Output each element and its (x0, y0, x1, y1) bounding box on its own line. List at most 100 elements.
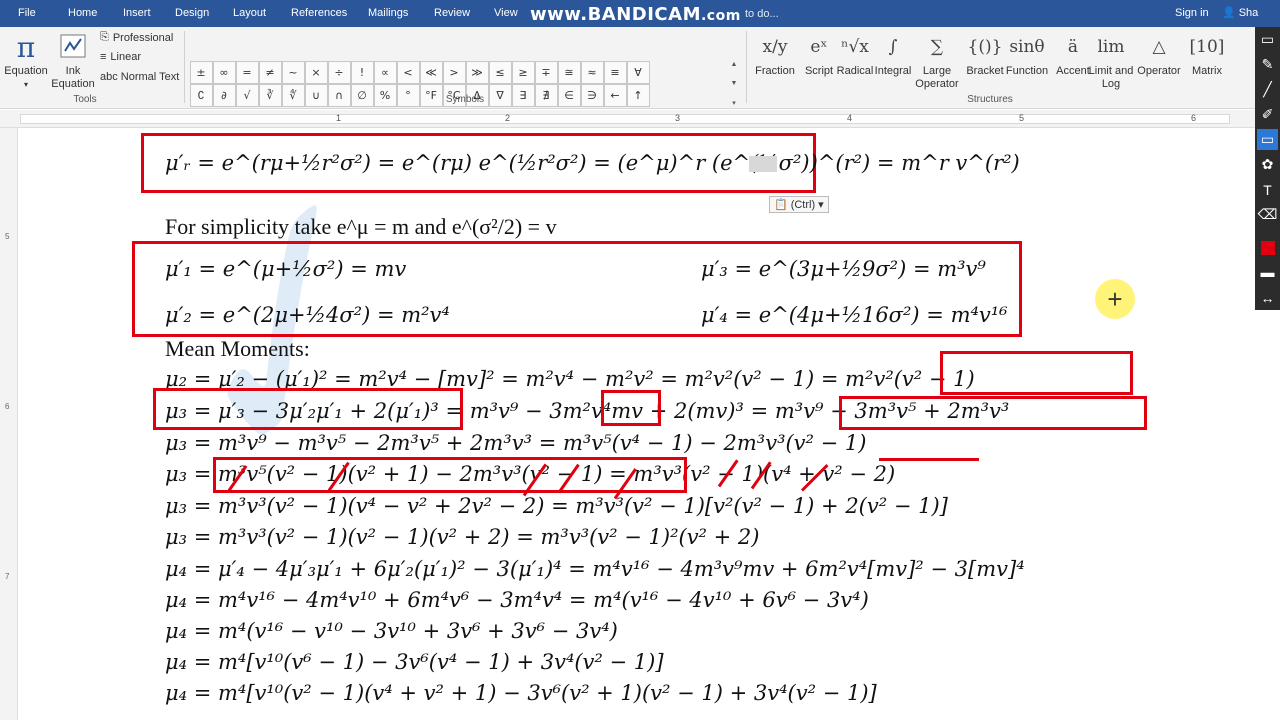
symbol-button[interactable]: ∓ (534, 60, 558, 84)
symbol-button[interactable]: ∩ (327, 83, 351, 107)
symbol-button[interactable]: ∀ (626, 60, 650, 84)
highlighter-icon[interactable]: ✐ (1257, 104, 1278, 125)
ink-equation-button[interactable]: Ink Equation (50, 29, 96, 91)
symbol-button[interactable]: ≠ (258, 60, 282, 84)
vruler-num: 5 (5, 232, 10, 241)
rectangle-icon[interactable]: ▭ (1257, 129, 1278, 150)
symbol-button[interactable]: % (373, 83, 397, 107)
symbol-button[interactable]: ≅ (557, 60, 581, 84)
mean-moments-heading[interactable]: Mean Moments: (165, 336, 310, 362)
structure-large-button[interactable]: ∑ Large Operator (914, 29, 960, 91)
structure-bracket-button[interactable]: {()} Bracket (962, 29, 1008, 78)
tab-references[interactable]: References (291, 7, 347, 19)
structure-fraction-button[interactable]: x/y Fraction (752, 29, 798, 78)
simplicity-text[interactable]: For simplicity take e^μ = m and e^(σ²/2)… (165, 214, 557, 240)
normal-text-button[interactable]: abc Normal Text (100, 71, 179, 83)
palette-icon[interactable]: ✿ (1257, 154, 1278, 175)
sign-in-link[interactable]: Sign in (1175, 7, 1209, 19)
tab-review[interactable]: Review (434, 7, 470, 19)
symbol-button[interactable]: ∪ (304, 83, 328, 107)
eraser-icon[interactable]: ⌫ (1257, 204, 1278, 225)
symbol-button[interactable]: ∁ (189, 83, 213, 107)
symbol-button[interactable]: < (396, 60, 420, 84)
eq-mu3[interactable]: μ′₃ = e^(3μ+½9σ²) = m³v⁹ (701, 257, 986, 281)
share-button[interactable]: 👤 Sha (1222, 6, 1258, 20)
symbol-button[interactable]: ∄ (534, 83, 558, 107)
eq-line[interactable]: μ₃ = m³v³(v² − 1)(v⁴ − v² + 2v² − 2) = m… (165, 494, 948, 518)
tab-layout[interactable]: Layout (233, 7, 266, 19)
symbol-button[interactable]: ≡ (603, 60, 627, 84)
symbol-button[interactable]: ∃ (511, 83, 535, 107)
eq-mu4[interactable]: μ′₄ = e^(4μ+½16σ²) = m⁴v¹⁶ (701, 303, 1008, 327)
symbol-button[interactable]: ~ (281, 60, 305, 84)
professional-label: Professional (112, 31, 174, 44)
tab-design[interactable]: Design (175, 7, 209, 19)
linear-button[interactable]: ≡ Linear (100, 51, 141, 63)
symbol-button[interactable]: ↑ (626, 83, 650, 107)
symbol-button[interactable]: ∈ (557, 83, 581, 107)
paste-options-button[interactable]: 📋 (Ctrl) ▾ (769, 196, 829, 213)
symbol-button[interactable]: ∂ (212, 83, 236, 107)
tab-view[interactable]: View (494, 7, 518, 19)
tab-home[interactable]: Home (68, 7, 97, 19)
collapse-icon[interactable]: ▭ (1257, 29, 1278, 50)
tools-group-label: Tools (73, 94, 97, 105)
tell-me-box[interactable]: to do... (745, 8, 779, 20)
line-icon[interactable]: ╱ (1257, 79, 1278, 100)
symbol-button[interactable]: ← (603, 83, 627, 107)
text-icon[interactable]: T (1257, 179, 1278, 200)
eq-line[interactable]: μ₄ = m⁴[v¹⁰(v⁶ − 1) − 3v⁶(v⁴ − 1) + 3v⁴(… (165, 650, 664, 674)
tab-mailings[interactable]: Mailings (368, 7, 408, 19)
symbol-button[interactable]: ≤ (488, 60, 512, 84)
line-width-icon[interactable]: ▬ (1257, 261, 1278, 282)
professional-button[interactable]: ⎘ Professional (100, 31, 173, 44)
symbols-scroll[interactable]: ▲ ▼ ▾ (728, 61, 740, 107)
symbol-button[interactable]: ∛ (258, 83, 282, 107)
structure-icon: ä (1067, 37, 1079, 57)
pen-icon[interactable]: ✎ (1257, 54, 1278, 75)
symbol-button[interactable]: ∜ (281, 83, 305, 107)
equation-button[interactable]: π Equation ▾ (4, 29, 48, 91)
tab-file[interactable]: File (18, 7, 36, 19)
structure-label: Fraction (755, 65, 795, 77)
symbol-button[interactable]: ≥ (511, 60, 535, 84)
color-swatch-red[interactable] (1257, 237, 1278, 258)
symbol-button[interactable]: ∝ (373, 60, 397, 84)
structure-integral-button[interactable]: ∫ Integral (870, 29, 916, 78)
symbol-button[interactable]: ≪ (419, 60, 443, 84)
eq-line[interactable]: μ₄ = μ′₄ − 4μ′₃μ′₁ + 6μ′₂(μ′₁)² − 3(μ′₁)… (165, 557, 1025, 581)
symbol-button[interactable]: ± (189, 60, 213, 84)
structure-matrix-button[interactable]: [10] Matrix (1184, 29, 1230, 78)
eq-line[interactable]: μ₃ = m³v³(v² − 1)(v² − 1)(v² + 2) = m³v³… (165, 525, 759, 549)
watermark-main: www.BANDICAM (530, 4, 701, 25)
structure-limit-and-button[interactable]: lim Limit and Log (1088, 29, 1134, 91)
eq-mu1[interactable]: μ′₁ = e^(μ+½σ²) = mv (165, 257, 406, 281)
symbol-button[interactable]: > (442, 60, 466, 84)
eq-line[interactable]: μ₄ = m⁴v¹⁶ − 4m⁴v¹⁰ + 6m⁴v⁶ − 3m⁴v⁴ = m⁴… (165, 588, 869, 612)
eq-line[interactable]: μ₃ = m³v⁹ − m³v⁵ − 2m³v⁵ + 2m³v³ = m³v⁵(… (165, 431, 866, 455)
symbol-button[interactable]: ∅ (350, 83, 374, 107)
symbol-button[interactable]: ÷ (327, 60, 351, 84)
symbol-button[interactable]: = (235, 60, 259, 84)
symbol-button[interactable]: ∞ (212, 60, 236, 84)
symbol-button[interactable]: × (304, 60, 328, 84)
eq-raw-moment-r[interactable]: μ′ᵣ = e^(rμ+½r²σ²) = e^(rμ) e^(½r²σ²) = … (165, 151, 1020, 175)
symbol-button[interactable]: ≈ (580, 60, 604, 84)
more-icon: ▾ (732, 100, 736, 107)
eq-line[interactable]: μ₄ = m⁴[v¹⁰(v² − 1)(v⁴ + v² + 1) − 3v⁶(v… (165, 681, 877, 705)
symbol-button[interactable]: ∋ (580, 83, 604, 107)
symbol-button[interactable]: ° (396, 83, 420, 107)
symbol-button[interactable]: ! (350, 60, 374, 84)
eq-line[interactable]: μ₄ = m⁴(v¹⁶ − v¹⁰ − 3v¹⁰ + 3v⁶ + 3v⁶ − 3… (165, 619, 618, 643)
eq-mu2[interactable]: μ′₂ = e^(2μ+½4σ²) = m²v⁴ (165, 303, 450, 327)
normal-text-label: abc Normal Text (100, 71, 180, 83)
tab-insert[interactable]: Insert (123, 7, 151, 19)
symbol-button[interactable]: ≫ (465, 60, 489, 84)
structure-label: Large Operator (915, 65, 959, 90)
ruler-track: 1 2 3 4 5 6 (20, 113, 1230, 124)
document-page[interactable]: ✓ μ′ᵣ = e^(rμ+½r²σ²) = e^(rμ) e^(½r²σ²) … (19, 129, 1255, 720)
structure-operator-button[interactable]: △ Operator (1136, 29, 1182, 78)
expand-icon[interactable]: ↔ (1257, 287, 1278, 308)
symbol-button[interactable]: √ (235, 83, 259, 107)
structure-function-button[interactable]: sinθ Function (1004, 29, 1050, 78)
